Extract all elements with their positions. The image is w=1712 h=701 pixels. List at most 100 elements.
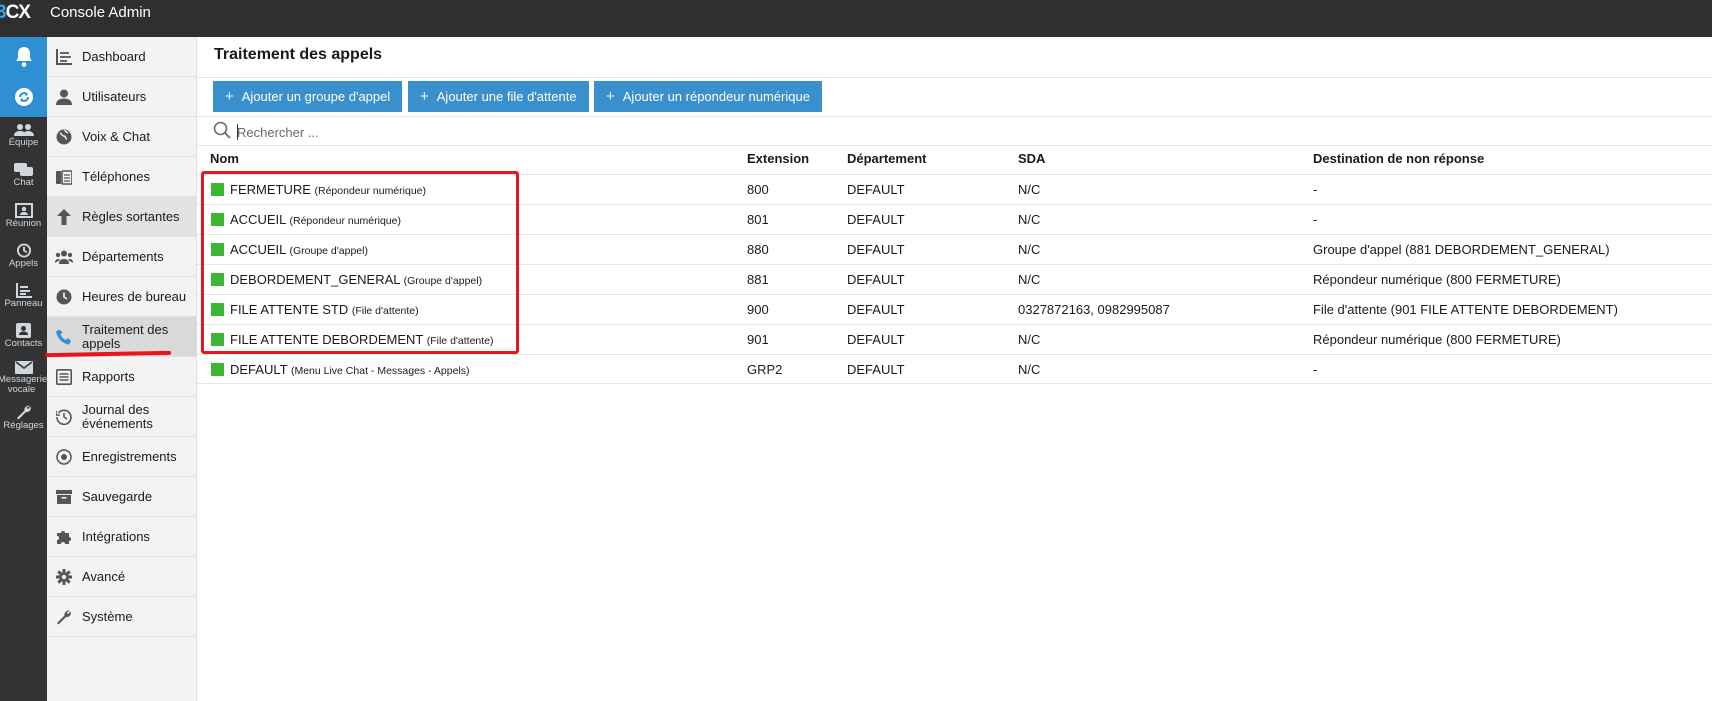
arrow-up-icon — [57, 208, 71, 225]
wrench-icon — [16, 405, 31, 420]
rail-item-settings[interactable]: Réglages — [0, 402, 47, 440]
row-sda: N/C — [1018, 362, 1041, 377]
row-destination: File d'attente (901 FILE ATTENTE DEBORDE… — [1313, 302, 1618, 317]
menu-item-event-log[interactable]: Journal des événements — [47, 397, 197, 437]
dashboard-icon — [56, 48, 72, 65]
clock-icon — [56, 289, 72, 304]
search-input[interactable] — [237, 120, 637, 144]
row-sda: N/C — [1018, 182, 1041, 197]
add-queue-button[interactable]: + Ajouter une file d'attente — [408, 81, 589, 112]
row-name: DEFAULT — [230, 362, 288, 377]
group-icon — [55, 250, 73, 264]
row-destination: - — [1313, 362, 1318, 377]
menu-item-voice-chat[interactable]: Voix & Chat — [47, 117, 197, 157]
rail-label: Chat — [13, 177, 34, 188]
row-department: DEFAULT — [847, 242, 905, 257]
menu-item-dashboard[interactable]: Dashboard — [47, 37, 197, 77]
rail-label: Équipe — [8, 137, 39, 148]
menu-item-backup[interactable]: Sauvegarde — [47, 477, 197, 517]
puzzle-icon — [57, 530, 71, 544]
refresh-icon — [14, 88, 33, 106]
row-department: DEFAULT — [847, 182, 905, 197]
rail-label: Contacts — [4, 338, 43, 349]
rail-item-chat[interactable]: Chat — [0, 161, 47, 199]
menu-item-integrations[interactable]: Intégrations — [47, 517, 197, 557]
add-digital-receptionist-button[interactable]: + Ajouter un répondeur numérique — [594, 81, 822, 112]
left-rail: Équipe Chat Réunion Appels Panneau Conta… — [0, 37, 47, 701]
table-row[interactable]: DEFAULT (Menu Live Chat - Messages - App… — [197, 354, 1712, 384]
divider — [197, 77, 1712, 78]
column-header-extension[interactable]: Extension — [747, 151, 809, 166]
column-header-department[interactable]: Département — [847, 151, 926, 166]
plus-icon: + — [420, 88, 429, 105]
refresh-button[interactable] — [0, 77, 47, 117]
row-destination: - — [1313, 212, 1318, 227]
add-ring-group-button[interactable]: + Ajouter un groupe d'appel — [213, 81, 403, 112]
row-extension: 800 — [747, 182, 769, 197]
main-content: Traitement des appels + Ajouter un group… — [197, 37, 1712, 701]
rail-item-team[interactable]: Équipe — [0, 121, 47, 159]
menu-item-phones[interactable]: Téléphones — [47, 157, 197, 197]
plus-icon: + — [225, 88, 234, 105]
row-sda: N/C — [1018, 242, 1041, 257]
row-extension: GRP2 — [747, 362, 783, 377]
user-icon — [56, 89, 72, 105]
row-sda: 0327872163, 0982995087 — [1018, 302, 1170, 317]
column-header-name[interactable]: Nom — [210, 151, 239, 166]
page-title: Traitement des appels — [214, 46, 383, 63]
rail-item-panel[interactable]: Panneau — [0, 281, 47, 319]
rail-item-voicemail[interactable]: Messagerie vocale — [0, 359, 47, 403]
status-indicator — [211, 363, 224, 376]
meeting-icon — [14, 203, 33, 218]
row-destination: - — [1313, 182, 1318, 197]
text-caret — [237, 124, 238, 140]
menu-item-advanced[interactable]: Avancé — [47, 557, 197, 597]
menu-item-reports[interactable]: Rapports — [47, 357, 197, 397]
row-sda: N/C — [1018, 212, 1041, 227]
team-icon — [13, 124, 34, 136]
row-destination: Répondeur numérique (800 FERMETURE) — [1313, 332, 1561, 347]
rail-item-calls[interactable]: Appels — [0, 241, 47, 279]
phone-icon — [56, 329, 71, 344]
row-extension: 901 — [747, 332, 769, 347]
menu-item-office-hours[interactable]: Heures de bureau — [47, 277, 197, 317]
rail-label: Réunion — [5, 218, 42, 229]
app-logo[interactable]: 3CX — [0, 2, 31, 24]
row-department: DEFAULT — [847, 272, 905, 287]
row-department: DEFAULT — [847, 332, 905, 347]
rail-item-contacts[interactable]: Contacts — [0, 321, 47, 359]
row-type: (Menu Live Chat - Messages - Appels) — [290, 365, 470, 377]
menu-item-system[interactable]: Système — [47, 597, 197, 637]
contacts-icon — [16, 323, 31, 338]
gear-icon — [56, 568, 72, 585]
top-bar: 3CX Console Admin — [0, 0, 1712, 37]
rail-label: Messagerie vocale — [0, 374, 48, 395]
history-icon — [56, 409, 72, 425]
row-sda: N/C — [1018, 332, 1041, 347]
voicemail-icon — [14, 361, 33, 374]
report-icon — [56, 368, 72, 385]
menu-item-recordings[interactable]: Enregistrements — [47, 437, 197, 477]
column-header-no-answer-destination[interactable]: Destination de non réponse — [1313, 151, 1484, 166]
menu-item-outbound-rules[interactable]: Règles sortantes — [47, 197, 197, 237]
divider — [197, 145, 1712, 146]
chat-icon — [13, 163, 33, 176]
column-header-sda[interactable]: SDA — [1018, 151, 1045, 166]
row-extension: 900 — [747, 302, 769, 317]
notifications-button[interactable] — [0, 37, 47, 77]
rail-item-meeting[interactable]: Réunion — [0, 201, 47, 239]
menu-item-users[interactable]: Utilisateurs — [47, 77, 197, 117]
app-title: Console Admin — [50, 4, 151, 21]
menu-item-departments[interactable]: Départements — [47, 237, 197, 277]
phone-device-icon — [56, 169, 72, 185]
bell-icon — [15, 47, 32, 67]
rail-label: Réglages — [3, 420, 44, 431]
globe-icon — [56, 129, 72, 144]
row-sda: N/C — [1018, 272, 1041, 287]
row-destination: Groupe d'appel (881 DEBORDEMENT_GENERAL) — [1313, 242, 1610, 257]
divider — [197, 116, 1712, 117]
row-extension: 801 — [747, 212, 769, 227]
annotation-highlight-box — [201, 171, 519, 354]
main-menu: Dashboard Utilisateurs Voix & Chat Télép… — [47, 37, 197, 701]
row-department: DEFAULT — [847, 302, 905, 317]
